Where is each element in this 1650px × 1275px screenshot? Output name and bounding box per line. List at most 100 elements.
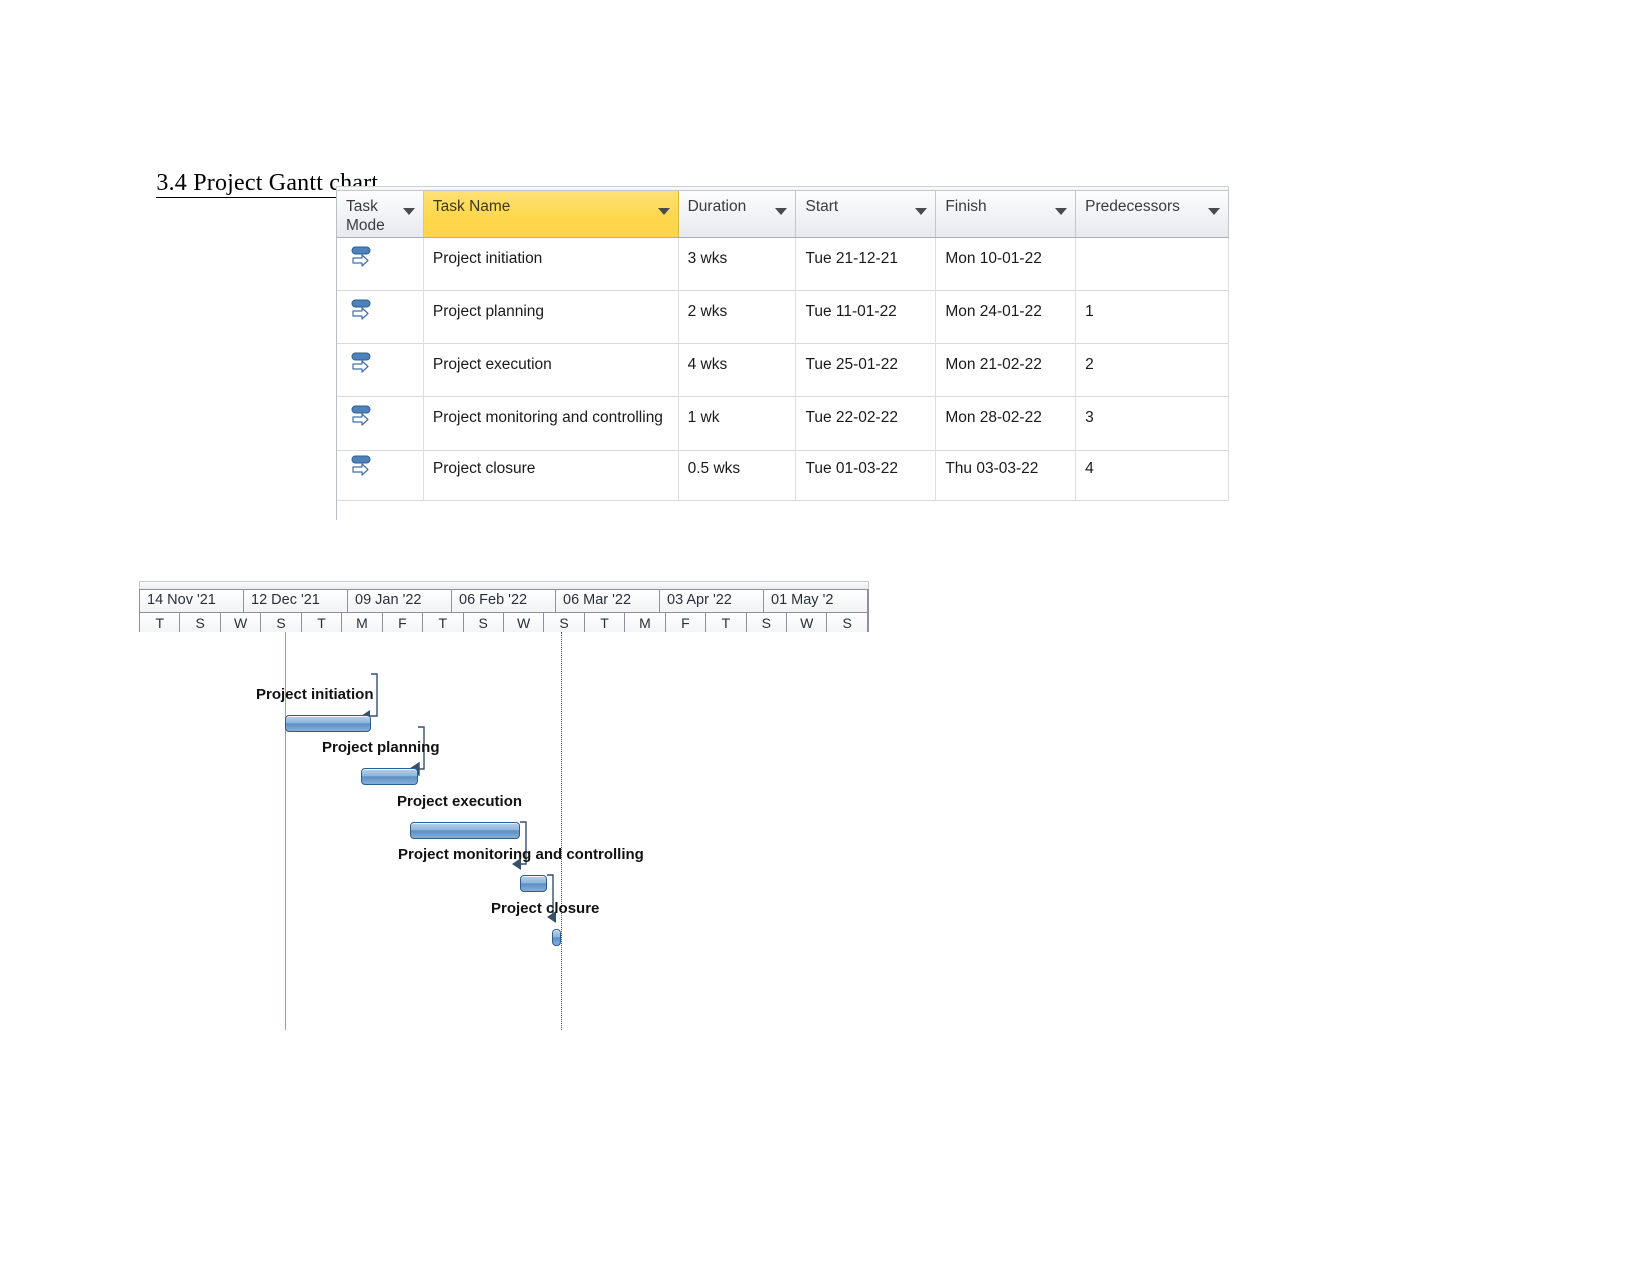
gantt-bar[interactable] [520,875,547,892]
timescale-minor-cell: T [301,613,343,634]
cell-task-name[interactable]: Project execution [423,344,679,397]
filter-arrow-icon[interactable] [657,208,670,215]
table-row[interactable]: Project planning 2 wks Tue 11-01-22 Mon … [337,291,1229,344]
cell-start[interactable]: Tue 22-02-22 [796,397,937,451]
filter-arrow-icon[interactable] [402,208,415,215]
auto-scheduled-icon [351,299,371,320]
timescale-minor-cell: S [827,613,868,634]
timescale-minor-cell: W [503,613,545,634]
timescale-major-cell: 06 Mar '22 [556,590,660,612]
column-header-duration[interactable]: Duration [679,191,797,237]
column-header-task-name-label: Task Name [432,198,511,215]
cell-task-name[interactable]: Project monitoring and controlling [423,397,679,451]
task-entry-table: Task Mode Task Name Duration Start Finis… [336,190,1229,520]
cell-task-mode[interactable] [337,291,424,344]
column-header-task-mode-line2: Mode [346,217,385,234]
cell-finish[interactable]: Mon 21-02-22 [936,344,1077,397]
timescale-major-cell: 12 Dec '21 [244,590,348,612]
gantt-bar[interactable] [285,715,371,732]
gantt-bar[interactable] [552,929,561,946]
gantt-bar-label: Project planning [322,739,440,756]
cell-duration[interactable]: 0.5 wks [678,451,797,501]
auto-scheduled-icon [351,352,371,373]
column-header-task-name[interactable]: Task Name [423,191,679,237]
timescale-major-row: 14 Nov '21 12 Dec '21 09 Jan '22 06 Feb '22… [140,590,868,612]
cell-duration[interactable]: 1 wk [678,397,797,451]
cell-task-mode[interactable] [337,397,424,451]
timescale-minor-cell: F [382,613,424,634]
cell-finish[interactable]: Thu 03-03-22 [936,451,1077,501]
cell-task-name[interactable]: Project planning [423,291,679,344]
table-row[interactable]: Project execution 4 wks Tue 25-01-22 Mon… [337,344,1229,397]
timescale-minor-cell: T [584,613,626,634]
timescale-minor-cell: M [342,613,383,634]
cell-finish[interactable]: Mon 10-01-22 [936,238,1077,291]
cell-predecessors[interactable]: 3 [1076,397,1229,451]
cell-task-mode[interactable] [337,451,424,501]
timescale-minor-cell: F [665,613,707,634]
filter-arrow-icon[interactable] [1208,208,1220,215]
cell-task-name[interactable]: Project closure [423,451,679,501]
filter-arrow-icon[interactable] [1055,208,1068,215]
filter-arrow-icon[interactable] [775,208,788,215]
timescale-minor-cell: M [625,613,666,634]
gantt-canvas[interactable]: Project initiation Project planning Proj… [139,632,869,1032]
column-header-predecessors-label: Predecessors [1085,198,1180,215]
table-body: Project initiation 3 wks Tue 21-12-21 Mo… [337,238,1229,501]
auto-scheduled-icon [351,455,371,476]
gantt-timescale: 14 Nov '21 12 Dec '21 09 Jan '22 06 Feb '22… [139,589,869,635]
column-header-task-mode-line1: Task [346,198,378,215]
cell-task-name[interactable]: Project initiation [423,238,679,291]
gantt-chart: 14 Nov '21 12 Dec '21 09 Jan '22 06 Feb '22… [139,581,869,1032]
cell-finish[interactable]: Mon 24-01-22 [936,291,1077,344]
cell-duration[interactable]: 4 wks [678,344,797,397]
cell-predecessors[interactable]: 2 [1076,344,1229,397]
column-header-start[interactable]: Start [796,191,937,237]
cell-duration[interactable]: 3 wks [678,238,797,291]
timescale-minor-cell: S [261,613,302,634]
timescale-major-cell: 01 May '2 [764,590,868,612]
timescale-major-cell: 14 Nov '21 [140,590,244,612]
cell-predecessors[interactable] [1076,238,1229,291]
cell-finish[interactable]: Mon 28-02-22 [936,397,1077,451]
gantt-bar-label: Project monitoring and controlling [398,846,644,863]
cell-predecessors[interactable]: 1 [1076,291,1229,344]
timescale-minor-cell: W [220,613,262,634]
cell-start[interactable]: Tue 11-01-22 [796,291,937,344]
timescale-minor-cell: S [746,613,787,634]
cell-duration[interactable]: 2 wks [678,291,797,344]
timescale-minor-cell: T [706,613,747,634]
filter-arrow-icon[interactable] [915,208,928,215]
cell-start[interactable]: Tue 25-01-22 [796,344,937,397]
column-header-start-label: Start [805,198,839,215]
gantt-bar-label: Project closure [491,900,600,917]
cell-task-mode[interactable] [337,238,424,291]
gantt-bar[interactable] [361,768,418,785]
table-row[interactable]: Project closure 0.5 wks Tue 01-03-22 Thu… [337,451,1229,501]
timescale-minor-cell: S [463,613,504,634]
timescale-major-cell: 03 Apr '22 [660,590,764,612]
cell-start[interactable]: Tue 01-03-22 [796,451,937,501]
auto-scheduled-icon [351,246,371,267]
timescale-major-cell: 09 Jan '22 [348,590,452,612]
timescale-minor-cell: T [423,613,464,634]
cell-predecessors[interactable]: 4 [1076,451,1229,501]
timescale-minor-cell: S [180,613,221,634]
column-header-duration-label: Duration [687,198,747,215]
table-row[interactable]: Project monitoring and controlling 1 wk … [337,397,1229,451]
timescale-minor-cell: T [140,613,181,634]
timescale-minor-row: TSWSTMFTSWSTMFTSWS [140,612,868,634]
gantt-bar[interactable] [410,822,520,839]
column-header-task-mode[interactable]: Task Mode [337,191,424,237]
timescale-minor-cell: S [544,613,585,634]
table-row[interactable]: Project initiation 3 wks Tue 21-12-21 Mo… [337,238,1229,291]
timescale-major-cell: 06 Feb '22 [452,590,556,612]
cell-start[interactable]: Tue 21-12-21 [796,238,937,291]
column-header-finish[interactable]: Finish [936,191,1077,237]
auto-scheduled-icon [351,405,371,426]
column-header-finish-label: Finish [945,198,987,215]
gantt-bar-label: Project execution [397,793,523,810]
column-header-predecessors[interactable]: Predecessors [1076,191,1229,237]
cell-task-mode[interactable] [337,344,424,397]
table-header-row: Task Mode Task Name Duration Start Finis… [337,190,1229,238]
